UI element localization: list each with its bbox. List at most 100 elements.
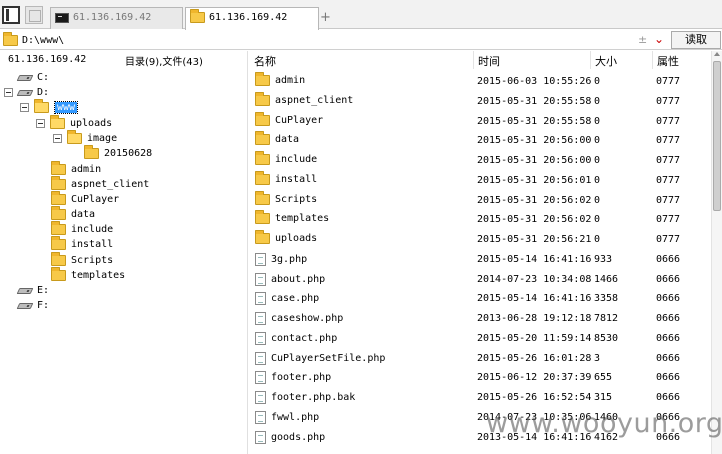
folder-icon xyxy=(190,9,205,23)
file-name: data xyxy=(275,134,300,146)
folder-icon xyxy=(255,72,270,86)
folder-icon xyxy=(51,252,66,266)
file-perm: 0666 xyxy=(656,273,681,285)
file-perm: 0666 xyxy=(656,352,681,364)
tree-folder-www[interactable]: www xyxy=(20,99,79,115)
column-header-size[interactable]: 大小 xyxy=(590,51,652,69)
collapse-icon[interactable] xyxy=(4,88,13,97)
table-row[interactable]: admin 2015-06-03 10:55:26 0 0777 xyxy=(249,72,711,92)
tree-label: aspnet_client xyxy=(71,179,150,190)
tree-folder-aspnet-client[interactable]: aspnet_client xyxy=(51,176,150,192)
tree-folder-data[interactable]: data xyxy=(51,206,95,222)
table-row[interactable]: footer.php 2015-06-12 20:37:39 655 0666 xyxy=(249,368,711,388)
tree-folder-scripts[interactable]: Scripts xyxy=(51,252,114,268)
tree-folder-20150628[interactable]: 20150628 xyxy=(84,145,152,161)
tree-folder-image[interactable]: image xyxy=(53,130,118,146)
tree-drive-f[interactable]: F: xyxy=(16,298,49,313)
read-button[interactable]: 读取 xyxy=(671,31,721,49)
column-header-time[interactable]: 时间 xyxy=(473,51,591,69)
file-icon xyxy=(255,272,266,286)
file-name-cell: case.php xyxy=(255,292,319,306)
file-icon xyxy=(255,410,266,424)
table-row[interactable]: contact.php 2015-05-20 11:59:14 8530 0666 xyxy=(249,329,711,349)
file-time: 2015-05-20 11:59:14 xyxy=(477,332,592,344)
file-name-cell: install xyxy=(255,170,317,185)
file-size: 0 xyxy=(594,214,601,226)
tree-drive-e[interactable]: E: xyxy=(16,283,49,298)
file-name: include xyxy=(275,154,318,165)
table-row[interactable]: CuPlayer 2015-05-31 20:55:58 0 0777 xyxy=(249,111,711,132)
file-perm: 0777 xyxy=(656,194,681,206)
file-perm: 0777 xyxy=(656,234,681,245)
chevron-down-icon[interactable]: ⌄ xyxy=(654,32,664,46)
folder-icon xyxy=(51,176,66,190)
folder-icon xyxy=(255,210,270,225)
table-row[interactable]: case.php 2015-05-14 16:41:16 3358 0666 xyxy=(249,289,711,309)
file-time: 2015-05-31 20:55:58 xyxy=(477,115,592,127)
folder-icon xyxy=(3,31,18,46)
tree-folder-include[interactable]: include xyxy=(51,221,113,237)
tab-terminal[interactable]: 61.136.169.42 xyxy=(50,7,183,29)
folder-open-icon xyxy=(34,99,49,113)
file-size: 0 xyxy=(594,76,601,87)
table-row[interactable]: uploads 2015-05-31 20:56:21 0 0777 xyxy=(249,230,711,250)
table-row[interactable]: templates 2015-05-31 20:56:02 0 0777 xyxy=(249,210,711,230)
window-button[interactable] xyxy=(25,6,43,24)
collapse-icon[interactable] xyxy=(20,103,29,112)
file-size: 933 xyxy=(594,253,613,265)
bookmark-toggle-icon[interactable]: ± xyxy=(638,33,647,46)
new-tab-button[interactable]: + xyxy=(320,10,331,25)
vertical-scrollbar[interactable] xyxy=(711,51,722,454)
file-time: 2015-05-31 20:56:00 xyxy=(477,135,592,147)
file-name-cell: aspnet_client xyxy=(255,91,353,106)
file-size: 3 xyxy=(594,352,601,364)
column-header-perm[interactable]: 属性 xyxy=(652,51,712,69)
table-row[interactable]: footer.php.bak 2015-05-26 16:52:54 315 0666 xyxy=(249,388,711,408)
path-input[interactable] xyxy=(22,34,622,46)
table-row[interactable]: include 2015-05-31 20:56:00 0 0777 xyxy=(249,151,711,171)
table-row[interactable]: install 2015-05-31 20:56:01 0 0777 xyxy=(249,170,711,191)
file-perm: 0666 xyxy=(656,372,681,384)
file-size: 315 xyxy=(594,392,613,403)
table-row[interactable]: CuPlayerSetFile.php 2015-05-26 16:01:28 3 0… xyxy=(249,349,711,369)
table-row[interactable]: Scripts 2015-05-31 20:56:02 0 0777 xyxy=(249,190,711,211)
tree-label: image xyxy=(87,133,118,144)
file-name-cell: admin xyxy=(255,72,305,86)
table-row[interactable]: data 2015-05-31 20:56:00 0 0777 xyxy=(249,131,711,151)
tree-folder-admin[interactable]: admin xyxy=(51,161,101,177)
tab-label: 61.136.169.42 xyxy=(73,12,152,23)
file-name-cell: footer.php xyxy=(255,371,331,385)
collapse-icon[interactable] xyxy=(53,134,62,143)
folder-open-icon xyxy=(50,115,65,129)
table-row[interactable]: caseshow.php 2013-06-28 19:12:18 7812 0666 xyxy=(249,309,711,329)
tree-label: Scripts xyxy=(71,255,114,266)
tree-folder-install[interactable]: install xyxy=(51,236,113,252)
file-icon xyxy=(255,371,266,385)
tree-folder-templates[interactable]: templates xyxy=(51,267,125,283)
tab-file-manager[interactable]: 61.136.169.42 xyxy=(185,7,319,30)
file-time: 2014-07-23 10:34:08 xyxy=(477,273,592,285)
table-row[interactable]: 3g.php 2015-05-14 16:41:16 933 0666 xyxy=(249,250,711,270)
table-row[interactable]: aspnet_client 2015-05-31 20:55:58 0 0777 xyxy=(249,91,711,112)
column-header-name[interactable]: 名称 xyxy=(254,51,474,69)
collapse-icon[interactable] xyxy=(36,119,45,128)
scroll-up-icon[interactable] xyxy=(714,52,720,56)
file-perm: 0777 xyxy=(656,76,681,87)
folder-icon xyxy=(51,191,66,205)
address-bar: ± ⌄ 读取 xyxy=(0,30,722,50)
table-row[interactable]: about.php 2014-07-23 10:34:08 1466 0666 xyxy=(249,270,711,290)
file-icon xyxy=(255,391,266,404)
file-time: 2015-06-12 20:37:39 xyxy=(477,372,592,384)
tree-drive-d[interactable]: D: xyxy=(4,85,49,100)
file-name: CuPlayerSetFile.php xyxy=(271,352,386,364)
layout-toggle-button[interactable] xyxy=(2,6,20,24)
file-size: 655 xyxy=(594,372,613,384)
file-name-cell: caseshow.php xyxy=(255,312,343,325)
file-name: about.php xyxy=(271,273,326,285)
file-name-cell: templates xyxy=(255,210,329,225)
tree-drive-c[interactable]: C: xyxy=(16,70,49,85)
scroll-thumb[interactable] xyxy=(713,61,721,211)
tree-folder-uploads[interactable]: uploads xyxy=(36,115,112,131)
tree-folder-cuplayer[interactable]: CuPlayer xyxy=(51,191,119,207)
tab-bar: 61.136.169.42 61.136.169.42 + xyxy=(0,0,722,30)
